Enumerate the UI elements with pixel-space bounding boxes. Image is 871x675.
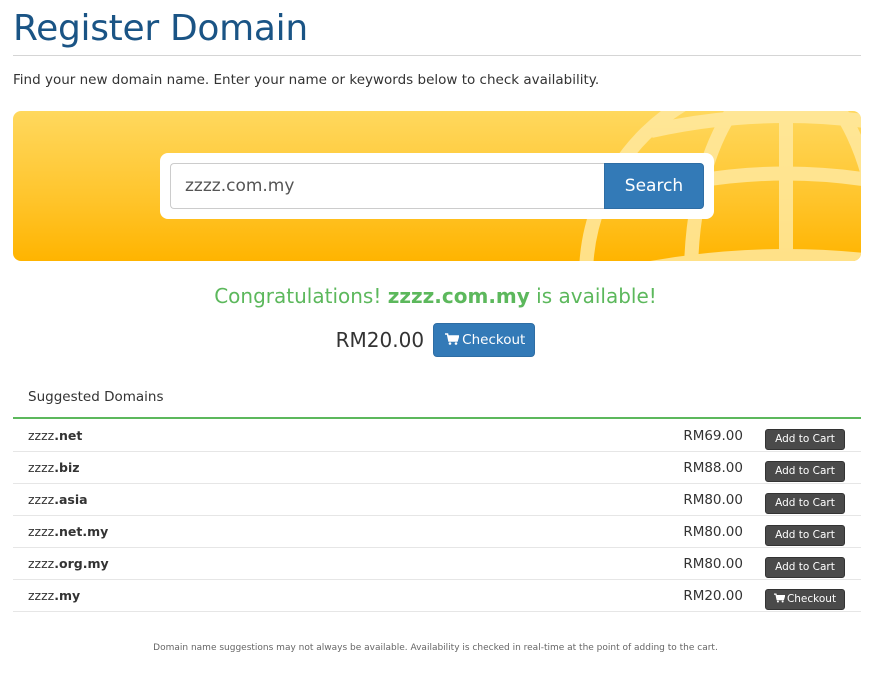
shopping-cart-icon xyxy=(445,333,460,345)
add-to-cart-button[interactable]: Add to Cart xyxy=(765,525,845,546)
checkout-row-button[interactable]: Checkout xyxy=(765,589,845,610)
suggestion-domain: zzzz.org.my xyxy=(28,556,109,571)
search-box: Search xyxy=(160,153,714,219)
domain-tld: .org.my xyxy=(54,556,109,571)
available-domain: zzzz.com.my xyxy=(387,284,530,308)
suggestion-domain: zzzz.my xyxy=(28,588,80,603)
suggestion-row: zzzz.net.my RM80.00 Add to Cart xyxy=(13,516,861,548)
domain-name: zzzz xyxy=(28,492,55,507)
intro-text: Find your new domain name. Enter your na… xyxy=(13,72,600,88)
suggestion-price: RM88.00 xyxy=(683,460,743,476)
availability-suffix: is available! xyxy=(529,284,657,308)
footnote: Domain name suggestions may not always b… xyxy=(153,643,718,653)
availability-message: Congratulations! zzzz.com.my is availabl… xyxy=(0,284,871,308)
domain-name: zzzz xyxy=(28,588,55,603)
add-to-cart-button[interactable]: Add to Cart xyxy=(765,461,845,482)
page-title: Register Domain xyxy=(13,8,308,49)
domain-name: zzzz xyxy=(28,460,55,475)
suggestion-row: zzzz.my RM20.00 Checkout xyxy=(13,580,861,612)
domain-tld: .asia xyxy=(54,492,88,507)
availability-prefix: Congratulations! xyxy=(214,284,388,308)
suggestion-row: zzzz.biz RM88.00 Add to Cart xyxy=(13,452,861,484)
suggestion-domain: zzzz.net xyxy=(28,428,82,443)
suggested-domains-header: Suggested Domains xyxy=(13,380,861,419)
suggestion-row: zzzz.asia RM80.00 Add to Cart xyxy=(13,484,861,516)
suggestion-price: RM20.00 xyxy=(683,588,743,604)
suggestion-row: zzzz.net RM69.00 Add to Cart xyxy=(13,420,861,452)
suggestion-domain: zzzz.biz xyxy=(28,460,80,475)
domain-tld: .net.my xyxy=(54,524,109,539)
suggestion-domain: zzzz.asia xyxy=(28,492,88,507)
domain-search-input[interactable] xyxy=(170,163,606,209)
domain-name: zzzz xyxy=(28,524,55,539)
shopping-cart-icon xyxy=(773,593,785,603)
suggested-domains-list: zzzz.net RM69.00 Add to Cart zzzz.biz RM… xyxy=(13,420,861,612)
price-line: RM20.00 Checkout xyxy=(0,323,871,357)
domain-name: zzzz xyxy=(28,428,55,443)
add-to-cart-button[interactable]: Add to Cart xyxy=(765,493,845,514)
domain-price: RM20.00 xyxy=(335,328,425,352)
checkout-button[interactable]: Checkout xyxy=(433,323,536,357)
add-to-cart-button[interactable]: Add to Cart xyxy=(765,557,845,578)
suggestion-price: RM80.00 xyxy=(683,492,743,508)
domain-tld: .my xyxy=(54,588,81,603)
search-banner: Search xyxy=(13,111,861,261)
domain-name: zzzz xyxy=(28,556,55,571)
title-divider xyxy=(13,55,861,56)
suggestion-row: zzzz.org.my RM80.00 Add to Cart xyxy=(13,548,861,580)
suggestion-price: RM69.00 xyxy=(683,428,743,444)
checkout-label: Checkout xyxy=(462,332,526,348)
domain-tld: .biz xyxy=(54,460,80,475)
suggestion-domain: zzzz.net.my xyxy=(28,524,108,539)
add-to-cart-button[interactable]: Add to Cart xyxy=(765,429,845,450)
suggestion-price: RM80.00 xyxy=(683,556,743,572)
checkout-row-label: Checkout xyxy=(786,593,837,605)
domain-tld: .net xyxy=(54,428,83,443)
suggestion-price: RM80.00 xyxy=(683,524,743,540)
search-button[interactable]: Search xyxy=(604,163,704,209)
